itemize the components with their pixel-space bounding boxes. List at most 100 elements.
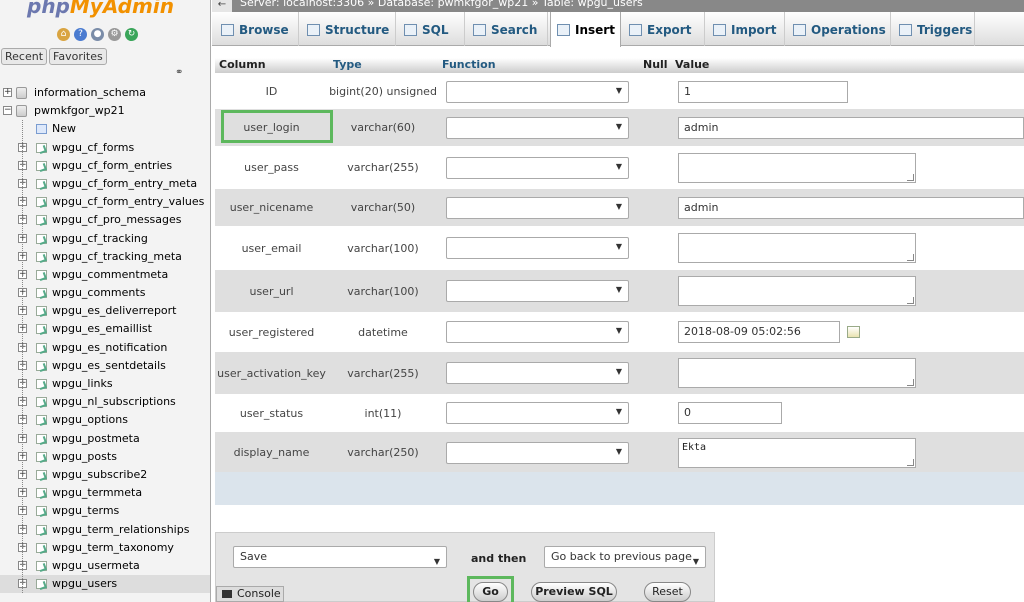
collapse-icon[interactable]: − (3, 106, 12, 116)
function-select[interactable] (446, 197, 629, 219)
tab-insert[interactable]: Insert (550, 12, 621, 47)
table-name[interactable]: wpgu_cf_forms (52, 139, 134, 157)
after-insert-select[interactable]: Go back to previous page (544, 546, 706, 572)
value-textarea[interactable] (678, 153, 916, 183)
tree-table-item[interactable]: + wpgu_term_taxonomy (0, 539, 210, 557)
table-name[interactable]: wpgu_options (52, 411, 128, 429)
tree-database-item[interactable]: − pwmkfgor_wp21 (0, 102, 210, 120)
table-name[interactable]: wpgu_comments (52, 284, 145, 302)
new-table-label[interactable]: New (52, 120, 76, 138)
tab-triggers[interactable]: Triggers (893, 12, 975, 46)
table-name[interactable]: wpgu_es_sentdetails (52, 357, 166, 375)
table-name[interactable]: wpgu_cf_pro_messages (52, 211, 182, 229)
tree-table-item[interactable]: + wpgu_cf_tracking_meta (0, 248, 210, 266)
recent-tab[interactable]: Recent (1, 48, 48, 65)
tab-search[interactable]: Search (467, 12, 548, 46)
preview-sql-button[interactable]: Preview SQL (531, 582, 617, 602)
tree-table-item[interactable]: + wpgu_termmeta (0, 484, 210, 502)
value-input[interactable]: admin (678, 117, 1024, 139)
header-type[interactable]: Type (333, 56, 362, 73)
tree-table-item[interactable]: + wpgu_cf_form_entry_meta (0, 175, 210, 193)
tab-browse[interactable]: Browse (215, 12, 299, 46)
table-name[interactable]: wpgu_term_relationships (52, 521, 189, 539)
tree-table-item[interactable]: + wpgu_cf_forms (0, 139, 210, 157)
tab-sql[interactable]: SQL (398, 12, 465, 46)
tab-import[interactable]: Import (707, 12, 785, 46)
tree-table-item[interactable]: + wpgu_cf_form_entries (0, 157, 210, 175)
breadcrumb[interactable]: Server: localhost:3306 » Database: pwmkf… (240, 0, 643, 9)
home-icon[interactable]: ⌂ (57, 28, 70, 41)
calendar-icon[interactable] (847, 326, 860, 338)
table-name[interactable]: wpgu_termmeta (52, 484, 142, 502)
table-name[interactable]: wpgu_posts (52, 448, 117, 466)
table-name[interactable]: wpgu_term_taxonomy (52, 539, 174, 557)
tree-table-item[interactable]: + wpgu_term_relationships (0, 521, 210, 539)
table-name[interactable]: wpgu_es_notification (52, 339, 167, 357)
value-textarea[interactable] (678, 233, 916, 263)
docs-icon[interactable]: ● (91, 28, 104, 41)
tree-table-item[interactable]: + wpgu_usermeta (0, 557, 210, 575)
tree-table-item[interactable]: + wpgu_terms (0, 502, 210, 520)
table-name[interactable]: wpgu_commentmeta (52, 266, 168, 284)
function-select[interactable] (446, 442, 629, 464)
value-datetime-input[interactable]: 2018-08-09 05:02:56 (678, 321, 840, 343)
info-icon[interactable]: ? (74, 28, 87, 41)
value-textarea[interactable] (678, 276, 916, 306)
value-textarea[interactable] (678, 358, 916, 388)
function-select[interactable] (446, 117, 629, 139)
tree-table-item[interactable]: + wpgu_cf_pro_messages (0, 211, 210, 229)
tree-table-item[interactable]: + wpgu_posts (0, 448, 210, 466)
tab-export[interactable]: Export (623, 12, 705, 46)
tree-new-table-item[interactable]: New (0, 120, 210, 138)
table-name[interactable]: wpgu_es_deliverreport (52, 302, 177, 320)
phpmyadmin-logo[interactable]: phpMyAdmin (27, 0, 174, 18)
reset-button[interactable]: Reset (644, 582, 691, 602)
table-name[interactable]: wpgu_links (52, 375, 113, 393)
tree-table-item[interactable]: + wpgu_postmeta (0, 430, 210, 448)
function-select[interactable] (446, 402, 629, 424)
tree-table-item[interactable]: + wpgu_es_notification (0, 339, 210, 357)
header-function[interactable]: Function (442, 56, 496, 73)
function-select[interactable] (446, 280, 629, 302)
tree-table-item[interactable]: + wpgu_users (0, 575, 210, 594)
table-name[interactable]: wpgu_usermeta (52, 557, 140, 575)
database-name[interactable]: information_schema (34, 84, 146, 102)
table-name[interactable]: wpgu_cf_tracking (52, 230, 148, 248)
favorites-tab[interactable]: Favorites (49, 48, 107, 65)
tree-table-item[interactable]: + wpgu_cf_form_entry_values (0, 193, 210, 211)
table-name[interactable]: wpgu_cf_form_entry_values (52, 193, 204, 211)
table-name[interactable]: wpgu_cf_form_entry_meta (52, 175, 197, 193)
table-name[interactable]: wpgu_es_emaillist (52, 320, 152, 338)
value-input[interactable]: admin (678, 197, 1024, 219)
tree-table-item[interactable]: + wpgu_options (0, 411, 210, 429)
table-name[interactable]: wpgu_terms (52, 502, 119, 520)
tree-table-item[interactable]: + wpgu_commentmeta (0, 266, 210, 284)
expand-icon[interactable]: + (3, 88, 12, 97)
table-name[interactable]: wpgu_cf_tracking_meta (52, 248, 182, 266)
table-name[interactable]: wpgu_users (52, 575, 117, 593)
function-select[interactable] (446, 321, 629, 343)
tab-structure[interactable]: Structure (301, 12, 396, 46)
tree-database-item[interactable]: + information_schema (0, 84, 210, 102)
link-with-main-panel-icon[interactable]: ⚭ (175, 67, 183, 78)
go-button[interactable]: Go (473, 582, 508, 602)
tree-table-item[interactable]: + wpgu_cf_tracking (0, 230, 210, 248)
reload-icon[interactable]: ↻ (125, 28, 138, 41)
tree-table-item[interactable]: + wpgu_nl_subscriptions (0, 393, 210, 411)
value-input[interactable]: 0 (678, 402, 782, 424)
function-select[interactable] (446, 237, 629, 259)
table-name[interactable]: wpgu_cf_form_entries (52, 157, 172, 175)
table-name[interactable]: wpgu_subscribe2 (52, 466, 147, 484)
table-name[interactable]: wpgu_postmeta (52, 430, 140, 448)
database-name[interactable]: pwmkfgor_wp21 (34, 102, 125, 120)
table-name[interactable]: wpgu_nl_subscriptions (52, 393, 176, 411)
value-textarea[interactable]: Ekta (678, 438, 916, 468)
collapse-arrow-icon[interactable]: ← (212, 0, 232, 12)
save-mode-select[interactable]: Save (233, 546, 447, 572)
tree-table-item[interactable]: + wpgu_es_emaillist (0, 320, 210, 338)
tree-table-item[interactable]: + wpgu_es_deliverreport (0, 302, 210, 320)
function-select[interactable] (446, 157, 629, 179)
value-input[interactable]: 1 (678, 81, 848, 103)
settings-icon[interactable]: ⚙ (108, 28, 121, 41)
tree-table-item[interactable]: + wpgu_comments (0, 284, 210, 302)
